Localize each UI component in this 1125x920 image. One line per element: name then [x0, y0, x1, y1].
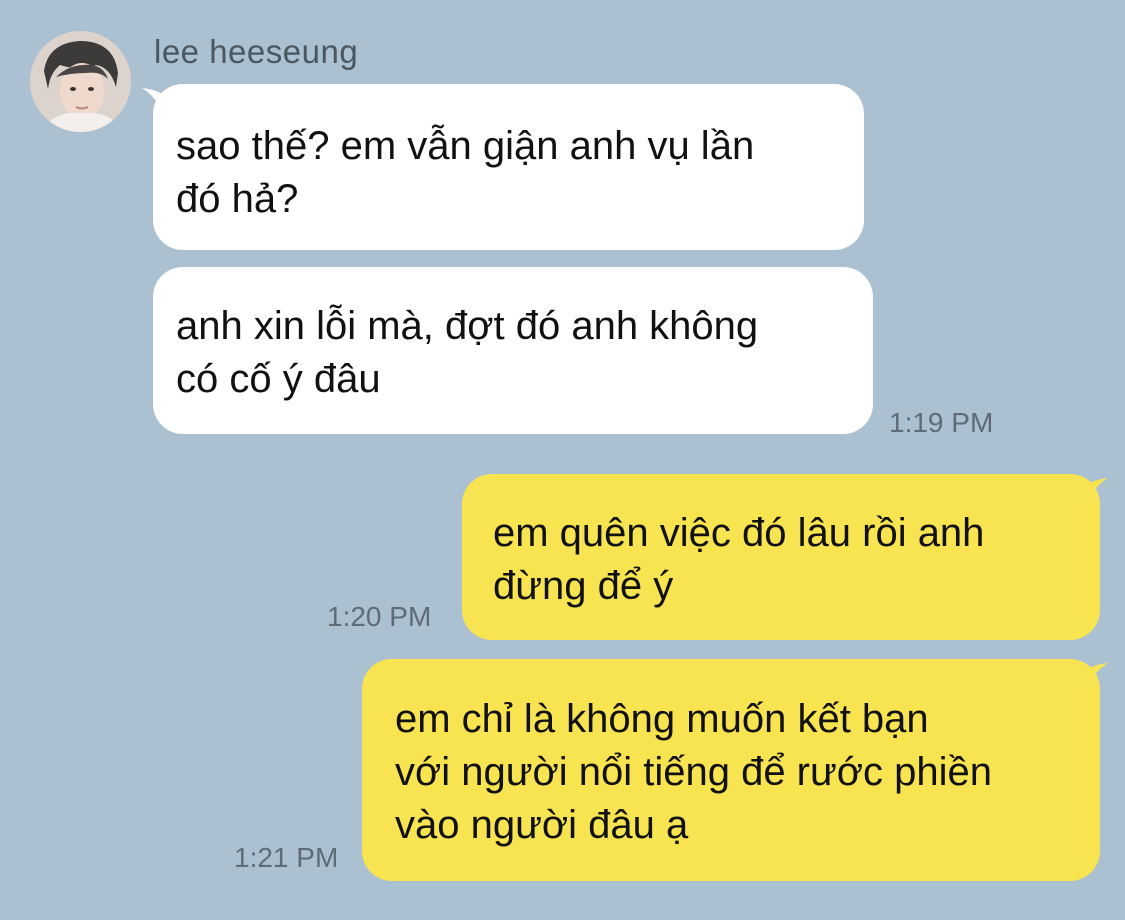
sender-name: lee heeseung [154, 33, 359, 70]
contact-avatar[interactable] [30, 31, 131, 132]
incoming-message-bubble[interactable]: sao thế? em vẫn giận anh vụ lần đó hả? [153, 84, 864, 250]
message-timestamp: 1:20 PM [327, 601, 432, 632]
message-timestamp: 1:19 PM [889, 407, 994, 438]
outgoing-message-bubble[interactable]: em quên việc đó lâu rồi anh đừng để ý [462, 474, 1100, 640]
profile-photo-icon [30, 31, 131, 132]
outgoing-message-bubble[interactable]: em chỉ là không muốn kết bạn với người n… [362, 659, 1100, 881]
message-timestamp: 1:21 PM [234, 842, 339, 873]
incoming-message-bubble[interactable]: anh xin lỗi mà, đợt đó anh không có cố ý… [153, 267, 873, 434]
